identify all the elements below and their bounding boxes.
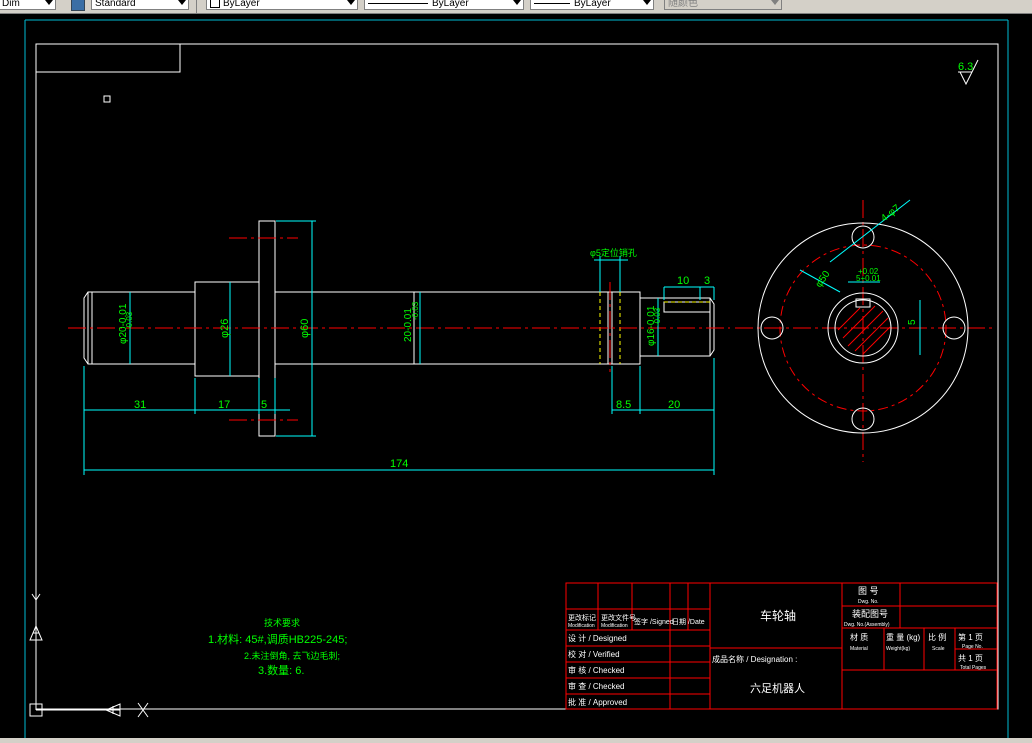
properties-toolbar: Dim Standard ByLayer ByLayer ByLayer 随颜色 <box>0 0 1032 14</box>
chevron-down-icon <box>513 0 521 5</box>
tb-col-sign: 签字 /Signed <box>634 617 674 626</box>
dim-dia60: φ60 <box>299 319 311 338</box>
tb-verified: 校 对 / Verified <box>568 649 620 659</box>
tb-part-name: 车轮轴 <box>760 608 796 623</box>
color-dropdown[interactable]: ByLayer <box>206 0 358 10</box>
dim-17: 17 <box>218 399 230 411</box>
chevron-down-icon <box>347 0 355 5</box>
dim-5: 5 <box>261 399 267 411</box>
tb-col-doc-en: Modification <box>601 623 628 629</box>
textstyle-value: Standard <box>95 0 136 9</box>
dimstyle-dropdown[interactable]: Dim <box>0 0 56 10</box>
tb-weight-en: Weight(kg) <box>886 646 910 652</box>
plotstyle-dropdown[interactable]: 随颜色 <box>664 0 782 10</box>
lineweight-preview-icon <box>534 2 570 4</box>
corner-tag-box <box>35 43 181 73</box>
chevron-down-icon <box>643 0 651 5</box>
textstyle-dropdown[interactable]: Standard <box>91 0 189 10</box>
surface-finish-value: 6.3 <box>958 61 973 73</box>
linetype-dropdown[interactable]: ByLayer <box>364 0 524 10</box>
tb-assembly-no-en: Dwg. No.(Assembly) <box>844 622 890 628</box>
tb-designed: 设 计 / Designed <box>568 633 627 643</box>
tech-req-line3: 3.数量: 6. <box>258 664 304 677</box>
plotstyle-value: 随颜色 <box>668 0 698 9</box>
dim-pin-hole: φ5定位销孔 <box>590 247 637 258</box>
chevron-down-icon <box>771 0 779 5</box>
dim-174: 174 <box>390 458 408 470</box>
tb-col-doc: 更改文件号 <box>601 613 636 622</box>
dim-31: 31 <box>134 399 146 411</box>
tb-checked-1: 审 核 / Checked <box>568 665 624 675</box>
dimstyle-value: Dim <box>2 0 20 9</box>
linetype-value: ByLayer <box>432 0 469 9</box>
toolbar-separator <box>196 0 197 13</box>
tb-approved: 批 准 / Approved <box>568 697 627 707</box>
tb-page: 第 1 页 <box>958 632 983 642</box>
dim-dia16-lower: -0.03 <box>653 307 662 326</box>
tb-page-en: Page No. <box>962 644 983 650</box>
dim-3: 3 <box>704 275 710 287</box>
dim-10: 10 <box>677 275 689 287</box>
tb-col-mark: 更改标记 <box>568 613 596 622</box>
end-view-hatch <box>837 305 891 355</box>
lineweight-value: ByLayer <box>574 0 611 9</box>
tb-scale-en: Scale <box>932 646 945 652</box>
ucs-icon <box>29 593 149 718</box>
technical-requirements: 技术要求 1.材料: 45#,调质HB225-245; 2.未注倒角, 去飞边毛… <box>208 617 347 677</box>
dim-holes: 4-φ7 <box>879 203 903 225</box>
tb-col-mark-en: Modification <box>568 623 595 629</box>
tb-total-en: Total Pages <box>960 665 987 671</box>
tb-drawing-no: 图 号 <box>858 586 879 596</box>
tech-req-line2: 2.未注倒角, 去飞边毛刺; <box>244 650 340 661</box>
drawing-svg: 6.3 31 17 5 174 8.5 20 10 3 φ20-0.01 -0.… <box>24 19 1009 738</box>
tb-drawing-no-en: Dwg. No. <box>858 599 879 605</box>
tb-total: 共 1 页 <box>958 654 983 663</box>
dim-20-mid-lower: -0.03 <box>411 301 420 320</box>
pickbox-marker <box>103 95 111 103</box>
drawing-canvas[interactable]: 6.3 31 17 5 174 8.5 20 10 3 φ20-0.01 -0.… <box>0 14 1032 738</box>
tb-material: 材 质 <box>850 632 868 642</box>
tb-weight: 重 量 (kg) <box>886 632 921 642</box>
dim-dia26: φ26 <box>219 319 231 338</box>
tb-checked-2: 审 查 / Checked <box>568 681 624 691</box>
tb-designation-label: 成品名称 / Designation : <box>712 654 797 664</box>
chevron-down-icon <box>178 0 186 5</box>
color-swatch-icon <box>210 0 220 9</box>
linetype-preview-icon <box>368 2 428 4</box>
surface-finish-symbol: 6.3 <box>958 59 979 86</box>
textstyle-icon[interactable] <box>71 0 85 11</box>
tb-designation-value: 六足机器人 <box>750 681 805 695</box>
dim-dia20-lower: -0.03 <box>125 311 134 330</box>
chevron-down-icon <box>45 0 53 5</box>
tb-col-date: 日期 /Date <box>672 618 705 626</box>
tech-req-line1: 1.材料: 45#,调质HB225-245; <box>208 632 347 646</box>
color-value: ByLayer <box>223 0 260 9</box>
tb-assembly-no: 装配图号 <box>852 608 888 619</box>
dim-20: 20 <box>668 399 680 411</box>
dim-key-tol-bot: 5+0.01 <box>856 274 881 283</box>
dim-8-5: 8.5 <box>616 399 631 411</box>
tb-material-en: Material <box>850 646 868 652</box>
lineweight-dropdown[interactable]: ByLayer <box>530 0 654 10</box>
tech-req-title: 技术要求 <box>264 617 300 628</box>
tb-scale: 比 例 <box>928 632 946 642</box>
center-lines <box>68 200 995 462</box>
dim-key-width: 5 <box>907 319 918 325</box>
